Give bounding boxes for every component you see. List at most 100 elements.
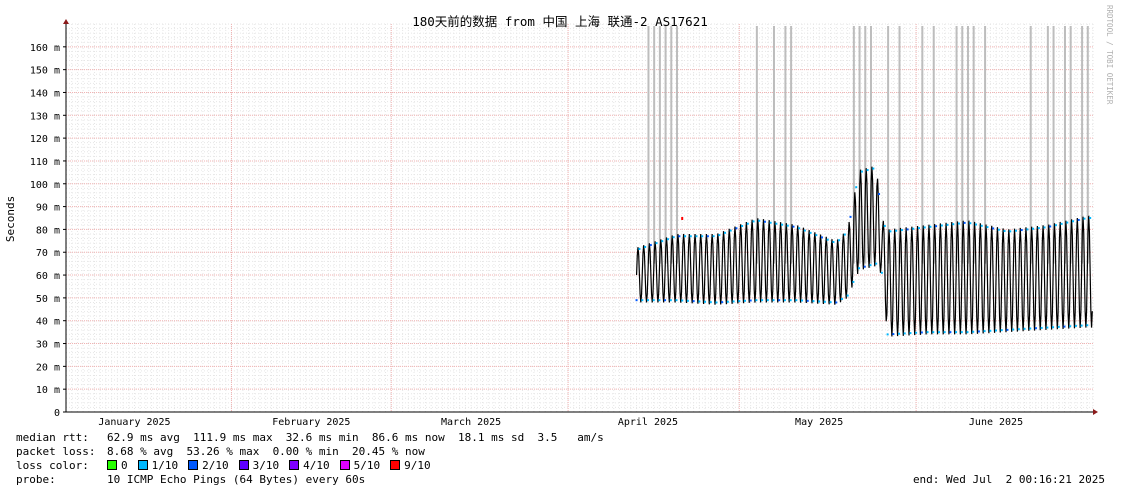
- loss-marker: [832, 240, 835, 243]
- y-axis-label: Seconds: [4, 196, 17, 242]
- chart-title: 180天前的数据 from 中国 上海 联通-2 AS17621: [412, 14, 708, 29]
- loss-color-item: 2/10: [188, 459, 229, 472]
- loss-marker: [681, 299, 684, 302]
- y-tick-label: 70 m: [36, 248, 60, 259]
- loss-marker: [855, 186, 858, 189]
- loss-marker: [1063, 325, 1066, 328]
- y-tick-label: 100 m: [30, 180, 60, 191]
- loss-marker: [915, 331, 918, 334]
- y-tick-label: 0: [54, 408, 60, 419]
- loss-marker: [923, 226, 926, 229]
- loss-marker: [906, 228, 909, 231]
- x-tick-label: February 2025: [272, 417, 350, 428]
- loss-marker: [652, 299, 655, 302]
- loss-marker: [1077, 218, 1080, 221]
- loss-marker: [649, 244, 652, 247]
- median-rtt-values: 62.9 ms avg 111.9 ms max 32.6 ms min 86.…: [107, 431, 604, 444]
- loss-color-swatch: [137, 460, 148, 470]
- loss-marker: [752, 220, 755, 223]
- loss-marker: [781, 223, 784, 226]
- loss-marker: [692, 300, 695, 303]
- loss-marker: [741, 224, 744, 227]
- loss-marker: [838, 239, 841, 242]
- loss-marker: [684, 235, 687, 238]
- loss-color-label: loss color:: [16, 459, 89, 472]
- loss-marker: [1017, 328, 1020, 331]
- median-rtt-row: median rtt: 62.9 ms avg 111.9 ms max 32.6…: [16, 431, 604, 445]
- loss-marker: [1089, 217, 1092, 219]
- latency-chart: 0 10 m 20 m 30 m 40 m 50 m 60 m 70 m 80 m 90 m 100…: [0, 0, 1121, 430]
- loss-marker: [929, 225, 932, 228]
- loss-marker: [681, 217, 684, 220]
- loss-marker: [860, 170, 863, 173]
- y-tick-label: 150 m: [30, 66, 60, 77]
- x-tick-label: June 2025: [969, 417, 1023, 428]
- loss-marker: [1074, 324, 1077, 327]
- loss-marker: [900, 229, 903, 232]
- loss-marker: [778, 299, 781, 302]
- loss-marker: [1080, 324, 1083, 327]
- loss-marker: [889, 230, 892, 233]
- loss-marker: [1037, 227, 1040, 230]
- loss-marker: [1026, 228, 1029, 231]
- loss-marker: [969, 222, 972, 225]
- loss-marker: [878, 193, 881, 196]
- loss-marker: [840, 298, 843, 301]
- loss-marker: [723, 231, 726, 234]
- loss-marker: [712, 235, 715, 238]
- loss-color-swatch: [188, 460, 199, 470]
- loss-marker: [980, 224, 983, 227]
- loss-marker: [1014, 229, 1017, 232]
- loss-marker: [1043, 226, 1046, 229]
- loss-marker: [912, 227, 915, 230]
- end-timestamp: end: Wed Jul 2 00:16:21 2025: [912, 473, 1105, 486]
- loss-marker: [843, 233, 846, 236]
- loss-marker: [761, 299, 764, 302]
- loss-marker: [1034, 327, 1037, 330]
- loss-marker: [644, 246, 647, 249]
- loss-marker: [1006, 328, 1009, 331]
- loss-marker: [946, 223, 949, 226]
- loss-marker: [1072, 220, 1075, 223]
- loss-marker: [935, 225, 938, 228]
- loss-marker: [672, 236, 675, 239]
- loss-marker: [957, 222, 960, 225]
- loss-marker: [926, 331, 929, 334]
- probe-description: 10 ICMP Echo Pings (64 Bytes) every 60s: [107, 473, 366, 486]
- loss-color-row: loss color: 0 1/10 2/10 3/10 4/10 5/10 9/10: [16, 459, 441, 473]
- loss-marker: [718, 234, 721, 237]
- y-tick-label: 140 m: [30, 88, 60, 99]
- packet-loss-values: 8.68 % avg 53.26 % max 0.00 % min 20.45 …: [107, 445, 425, 458]
- loss-marker: [1023, 327, 1026, 330]
- loss-marker: [917, 227, 920, 230]
- loss-marker: [818, 300, 821, 303]
- loss-marker: [715, 301, 718, 304]
- loss-marker: [1069, 325, 1072, 328]
- loss-marker: [812, 300, 815, 303]
- x-tick-label: May 2025: [795, 417, 843, 428]
- loss-marker: [895, 229, 898, 232]
- loss-marker: [986, 226, 989, 229]
- loss-marker: [641, 299, 644, 302]
- loss-marker: [798, 227, 801, 230]
- loss-color-swatch: [289, 460, 300, 470]
- loss-marker: [1052, 326, 1055, 329]
- y-tick-label: 130 m: [30, 111, 60, 122]
- loss-marker: [706, 235, 709, 238]
- loss-marker: [772, 299, 775, 302]
- x-tick-label: March 2025: [441, 417, 501, 428]
- loss-marker: [801, 299, 804, 302]
- loss-marker: [872, 167, 875, 170]
- loss-color-value: 1/10: [151, 459, 179, 472]
- loss-marker: [835, 301, 838, 304]
- loss-marker: [803, 229, 806, 232]
- loss-marker: [1032, 227, 1035, 230]
- loss-color-swatch: [238, 460, 249, 470]
- loss-marker: [738, 300, 741, 303]
- loss-marker: [1020, 229, 1023, 232]
- loss-marker: [886, 333, 889, 336]
- y-tick-label: 50 m: [36, 294, 60, 305]
- loss-marker: [746, 222, 749, 225]
- loss-marker: [1054, 224, 1057, 227]
- loss-marker: [995, 329, 998, 332]
